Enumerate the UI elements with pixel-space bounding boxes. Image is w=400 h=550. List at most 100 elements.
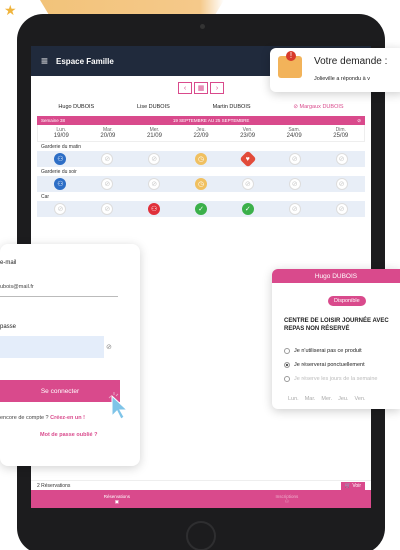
- weekday-list: Lun. Mar. Mer. Jeu. Ven.: [288, 396, 366, 402]
- option-label: Je réserverai ponctuellement: [294, 362, 365, 368]
- status-glyph: ⊘: [151, 156, 158, 163]
- schedule-cell[interactable]: ♥: [224, 150, 271, 168]
- status-glyph: ⊘: [338, 181, 345, 188]
- next-week-button[interactable]: ›: [210, 82, 224, 94]
- status-glyph: ⊘: [104, 181, 111, 188]
- schedule-cell[interactable]: ⊘: [318, 203, 365, 215]
- radio-icon: [284, 348, 290, 354]
- home-button[interactable]: [186, 521, 216, 550]
- empty-status-icon: ⊘: [288, 153, 301, 165]
- radio-selected-icon: [284, 362, 290, 368]
- tab-person-active[interactable]: ⊘ Margaux DUBOIS: [293, 104, 343, 110]
- weekday[interactable]: Lun.: [288, 396, 299, 402]
- option-occasional[interactable]: Je réserverai ponctuellement: [284, 362, 365, 368]
- blue-status-icon: ⚇: [54, 153, 67, 165]
- schedule-cell[interactable]: ⊘: [84, 153, 131, 165]
- tab-person[interactable]: Lise DUBOIS: [137, 104, 170, 110]
- schedule-cell[interactable]: ⊘: [271, 153, 318, 165]
- weekday[interactable]: Mar.: [305, 396, 316, 402]
- status-glyph: ⊘: [151, 181, 158, 188]
- nav-reservations-label: Réservations: [103, 493, 130, 499]
- password-label: passe: [0, 324, 17, 330]
- forgot-password-link[interactable]: Mot de passe oublié ?: [40, 432, 97, 438]
- empty-status-icon: ⊘: [335, 203, 348, 215]
- schedule-cell[interactable]: ✓: [178, 203, 225, 215]
- activity-card: Hugo DUBOIS Disponible CENTRE DE LOISIR …: [272, 269, 400, 409]
- empty-status-icon: ⊘: [148, 153, 161, 165]
- hide-icon[interactable]: ⊘: [357, 118, 361, 124]
- schedule-cell[interactable]: ⊘: [84, 178, 131, 190]
- nav-inscriptions-label: Inscriptions: [275, 493, 299, 499]
- notification-toast[interactable]: Votre demande : Jolieville a répondu à v: [270, 48, 400, 92]
- tab-person-label: Margaux DUBOIS: [299, 104, 344, 110]
- prev-week-button[interactable]: ‹: [178, 82, 192, 94]
- day-header: Sam. 24/09: [271, 125, 318, 141]
- schedule-cell[interactable]: ⚇: [131, 203, 178, 215]
- status-glyph: ⚇: [57, 156, 64, 163]
- reservation-count: 2 Réservations: [37, 482, 71, 489]
- weekday[interactable]: Jeu.: [338, 396, 348, 402]
- schedule-cell[interactable]: ⊘: [37, 203, 84, 215]
- nav-inscriptions[interactable]: Inscriptions ⚇: [275, 494, 298, 505]
- schedule-cell[interactable]: ⊘: [84, 203, 131, 215]
- create-account-link[interactable]: Créez-en un !: [50, 415, 85, 421]
- empty-status-icon: ⊘: [335, 153, 348, 165]
- empty-status-icon: ⊘: [288, 178, 301, 190]
- day-date: 24/09: [286, 133, 302, 139]
- status-glyph: ⊘: [291, 206, 298, 213]
- availability-badge: Disponible: [328, 296, 366, 306]
- camera-dot: [200, 24, 205, 29]
- day-header: Lun. 19/09: [38, 125, 85, 141]
- day-date: 21/09: [146, 133, 162, 139]
- nav-reservations[interactable]: Réservations ▣: [104, 494, 130, 505]
- option-label: Je n'utiliserai pas ce produit: [294, 348, 362, 354]
- schedule-cell[interactable]: ⊘: [271, 203, 318, 215]
- option-weekdays[interactable]: Je réserve les jours de la semaine: [284, 376, 377, 382]
- reservation-status: 2 Réservations 🛒 Voir: [31, 480, 371, 490]
- login-card: e-mail ubois@mail.fr passe ⊘ Se connecte…: [0, 244, 140, 466]
- schedule-cell[interactable]: ◷: [178, 153, 225, 165]
- status-glyph: ⊘: [244, 181, 251, 188]
- schedule-cell[interactable]: ⚇: [37, 153, 84, 165]
- schedule-cell[interactable]: ⊘: [131, 178, 178, 190]
- tab-person[interactable]: Hugo DUBOIS: [58, 104, 94, 110]
- schedule-cell[interactable]: ⊘: [131, 153, 178, 165]
- empty-status-icon: ⊘: [335, 178, 348, 190]
- weekday[interactable]: Mer.: [321, 396, 332, 402]
- empty-status-icon: ⊘: [101, 203, 114, 215]
- days-header: Lun. 19/09 Mar. 20/09 Mer. 21/09 Jeu. 22/09 Ven.…: [37, 125, 365, 142]
- cursor-icon: [108, 392, 128, 420]
- heart-status-icon: ♥: [239, 150, 257, 168]
- view-button[interactable]: 🛒 Voir: [340, 481, 365, 490]
- status-glyph: ⚇: [151, 206, 158, 213]
- person-tabs: Hugo DUBOIS Lise DUBOIS Martin DUBOIS ⊘ …: [31, 104, 371, 110]
- week-header: Semaine 38 19 SEPTEMBRE AU 25 SEPTEMBRE …: [37, 116, 365, 125]
- schedule-grid: Garderie du matin ⚇ ⊘ ⊘ ◷ ♥ ⊘ ⊘ Garderie du soir…: [31, 144, 371, 217]
- section-label: Garderie du matin: [41, 144, 82, 150]
- yellow-status-icon: ◷: [195, 178, 207, 190]
- green-status-icon: ✓: [195, 203, 207, 215]
- hamburger-menu-icon[interactable]: ≡: [41, 54, 48, 68]
- option-not-use[interactable]: Je n'utiliserai pas ce produit: [284, 348, 362, 354]
- section-label: Car: [41, 194, 50, 200]
- schedule-cell[interactable]: ✓: [224, 203, 271, 215]
- option-label: Je réserve les jours de la semaine: [294, 376, 378, 382]
- schedule-cell[interactable]: ◷: [178, 178, 225, 190]
- calendar-icon[interactable]: ▦: [194, 82, 208, 94]
- schedule-row: ⚇ ⊘ ⊘ ◷ ⊘ ⊘ ⊘: [37, 176, 365, 192]
- status-glyph: ⊘: [57, 206, 64, 213]
- login-button[interactable]: Se connecter: [0, 380, 120, 402]
- schedule-cell[interactable]: ⚇: [37, 178, 84, 190]
- activity-child-name: Hugo DUBOIS: [272, 269, 400, 283]
- weekday[interactable]: Ven.: [355, 396, 366, 402]
- schedule-cell[interactable]: ⊘: [224, 178, 271, 190]
- schedule-cell[interactable]: ⊘: [318, 153, 365, 165]
- password-input[interactable]: [0, 336, 104, 358]
- schedule-cell[interactable]: ⊘: [271, 178, 318, 190]
- activity-title: CENTRE DE LOISIR JOURNÉE AVEC REPAS NON …: [284, 318, 389, 332]
- status-glyph: ⊘: [104, 206, 111, 213]
- eye-off-icon[interactable]: ⊘: [106, 343, 112, 351]
- tab-person[interactable]: Martin DUBOIS: [213, 104, 251, 110]
- email-input[interactable]: ubois@mail.fr: [0, 284, 34, 290]
- schedule-cell[interactable]: ⊘: [318, 178, 365, 190]
